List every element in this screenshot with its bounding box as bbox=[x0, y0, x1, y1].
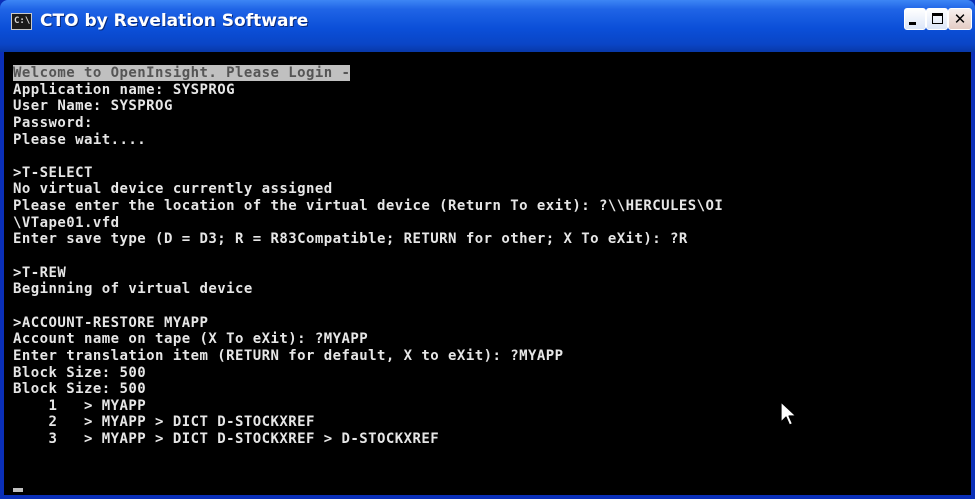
console-output[interactable]: Welcome to OpenInsight. Please Login - A… bbox=[4, 52, 971, 495]
console-line: Application name: SYSPROG bbox=[13, 81, 235, 98]
console-line: 3 > MYAPP > DICT D-STOCKXREF > D-STOCKXR… bbox=[13, 431, 440, 448]
console-line: \VTape01.vfd bbox=[13, 214, 120, 231]
console-lines: Welcome to OpenInsight. Please Login - A… bbox=[13, 65, 723, 448]
console-app-icon[interactable]: C:\ bbox=[11, 13, 32, 30]
window-frame-bottom bbox=[0, 495, 975, 499]
title-bar[interactable]: C:\ CTO by Revelation Software ✕ bbox=[0, 0, 975, 52]
console-line: Account name on tape (X To eXit): ?MYAPP bbox=[13, 331, 369, 348]
console-line: Please enter the location of the virtual… bbox=[13, 198, 724, 215]
minimize-button[interactable] bbox=[904, 8, 926, 30]
window-frame-right bbox=[971, 52, 975, 499]
console-line: 1 > MYAPP bbox=[13, 397, 147, 414]
console-line: >T-SELECT bbox=[13, 164, 93, 181]
console-window: C:\ CTO by Revelation Software ✕ Welcome… bbox=[0, 0, 975, 499]
close-button[interactable]: ✕ bbox=[948, 8, 972, 30]
console-line: Beginning of virtual device bbox=[13, 281, 253, 298]
window-title: CTO by Revelation Software bbox=[40, 11, 309, 31]
console-line: No virtual device currently assigned bbox=[13, 181, 333, 198]
console-line: Welcome to OpenInsight. Please Login - bbox=[13, 65, 723, 82]
console-line: Enter save type (D = D3; R = R83Compatib… bbox=[13, 231, 688, 248]
console-line: User Name: SYSPROG bbox=[13, 98, 173, 115]
console-line-text: Welcome to OpenInsight. Please Login - bbox=[13, 65, 351, 81]
console-line: >ACCOUNT-RESTORE MYAPP bbox=[13, 314, 209, 331]
maximize-button[interactable] bbox=[926, 8, 948, 30]
close-icon: ✕ bbox=[953, 10, 967, 28]
console-line: Please wait.... bbox=[13, 131, 147, 148]
maximize-icon bbox=[932, 13, 943, 24]
console-line: >T-REW bbox=[13, 264, 67, 281]
console-line: Block Size: 500 bbox=[13, 364, 147, 381]
mouse-pointer-icon bbox=[780, 401, 797, 426]
console-line: Enter translation item (RETURN for defau… bbox=[13, 347, 564, 364]
console-line: Block Size: 500 bbox=[13, 381, 147, 398]
console-line: 2 > MYAPP > DICT D-STOCKXREF bbox=[13, 414, 315, 431]
console-line: Password: bbox=[13, 114, 93, 131]
text-cursor bbox=[13, 488, 23, 492]
minimize-icon bbox=[909, 22, 916, 25]
